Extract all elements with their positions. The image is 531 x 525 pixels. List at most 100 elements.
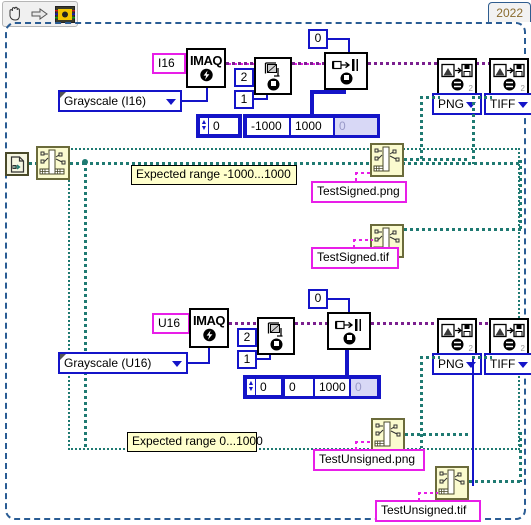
write-node-sub-label: 2 <box>520 344 525 353</box>
arrow-tool-icon[interactable] <box>30 5 50 23</box>
array-index-value-signed[interactable]: 0 <box>209 117 239 135</box>
tiff-format-label: TIFF <box>490 97 516 111</box>
wire-path <box>472 356 492 359</box>
image-type-enum-signed[interactable]: Grayscale (I16) <box>58 90 182 112</box>
diagram-inner-frame <box>68 148 520 450</box>
image-glyph-icon <box>264 61 280 77</box>
wire-path <box>420 96 423 164</box>
wire-path <box>420 96 440 99</box>
array-constant-unsigned[interactable]: 0 1000 0 <box>281 375 381 399</box>
build-path-node-unsigned-png[interactable] <box>371 418 405 452</box>
wire-string <box>418 492 420 502</box>
image-setup-node-unsigned[interactable] <box>257 317 295 355</box>
build-path-node-unsigned-tif[interactable] <box>435 466 469 500</box>
wire-path <box>469 480 521 483</box>
write-tiff-node-signed[interactable]: 2 <box>489 58 529 96</box>
setup-constant-bottom-signed[interactable]: 1 <box>234 90 254 109</box>
wire-string <box>355 441 373 443</box>
write-png-node-unsigned[interactable]: 2 <box>437 318 477 356</box>
wire-string <box>353 239 355 248</box>
imaq-create-node[interactable]: IMAQ <box>186 48 226 88</box>
wire-image <box>229 322 256 325</box>
image-to-file-icon <box>441 63 473 78</box>
array-cell[interactable]: 0 <box>350 377 378 397</box>
write-badge-icon <box>451 338 463 351</box>
wire-string <box>355 441 357 450</box>
wire-string <box>418 492 438 494</box>
array-cell[interactable]: 0 <box>334 116 378 136</box>
wire-path-unsigned-tiff <box>472 356 474 486</box>
cast-badge-icon <box>340 72 352 84</box>
wire-path <box>472 96 475 164</box>
offset-constant-unsigned[interactable]: 0 <box>308 289 328 309</box>
tiff-format-label: TIFF <box>490 357 516 371</box>
wire-path <box>519 160 522 230</box>
array-cell[interactable]: 1000 <box>290 116 334 136</box>
write-tiff-node-unsigned[interactable]: 2 <box>489 318 529 356</box>
version-tab: 2022 <box>488 2 531 22</box>
png-format-label: PNG <box>438 97 465 111</box>
array-index-control-signed[interactable]: ▲ ▼ 0 <box>196 114 242 138</box>
array-cell[interactable]: -1000 <box>246 116 290 136</box>
write-png-node-signed[interactable]: 2 <box>437 58 477 96</box>
array-cell[interactable]: 1000 <box>314 377 350 397</box>
stepper-down-icon[interactable]: ▼ <box>248 386 255 393</box>
write-node-sub-label: 2 <box>520 84 525 93</box>
array-cell[interactable]: 0 <box>284 377 314 397</box>
wire-string <box>353 239 373 241</box>
hand-tool-icon[interactable] <box>5 5 25 23</box>
image-glyph-icon <box>267 321 283 337</box>
wire-numeric <box>328 38 350 40</box>
wire-junction <box>82 159 88 165</box>
image-badge-icon <box>270 338 282 350</box>
wire-image <box>295 322 327 325</box>
stepper-down-icon[interactable]: ▼ <box>201 125 208 132</box>
wire-image <box>292 62 324 65</box>
wire-path <box>404 158 470 161</box>
imaq-bolt-icon <box>202 328 216 342</box>
image-to-file-icon <box>441 323 473 338</box>
array-constant-signed[interactable]: -1000 1000 0 <box>243 114 380 138</box>
wire-path <box>404 228 522 231</box>
image-type-enum-unsigned[interactable]: Grayscale (U16) <box>58 352 188 374</box>
vi-icon[interactable] <box>54 5 75 23</box>
offset-constant-signed[interactable]: 0 <box>308 29 328 49</box>
image-cast-node-signed[interactable] <box>324 52 368 90</box>
setup-constant-top-unsigned[interactable]: 2 <box>237 328 257 347</box>
setup-constant-bottom-unsigned[interactable]: 1 <box>237 350 257 369</box>
type-constant-i16[interactable]: I16 <box>152 53 186 74</box>
wire-numeric <box>206 88 208 102</box>
enum-corner-marker <box>60 92 66 98</box>
type-constant-u16[interactable]: U16 <box>152 313 190 334</box>
file-path-icon[interactable] <box>5 152 29 176</box>
range-note-unsigned: Expected range 0...1000 <box>127 432 263 452</box>
write-node-sub-label: 2 <box>468 344 473 353</box>
imaq-node-label: IMAQ <box>190 53 222 68</box>
imaq-node-label: IMAQ <box>193 313 225 328</box>
build-path-icon[interactable] <box>36 146 70 180</box>
write-badge-icon <box>503 338 515 351</box>
filename-constant-signed-png[interactable]: TestSigned.png <box>311 181 407 203</box>
wire-path <box>519 432 522 482</box>
imaq-create-node-unsigned[interactable]: IMAQ <box>189 308 229 348</box>
filename-constant-unsigned-png[interactable]: TestUnsigned.png <box>313 449 425 471</box>
wire-numeric <box>328 298 350 300</box>
image-cast-node-unsigned[interactable] <box>327 312 371 350</box>
wire-numeric <box>208 348 210 364</box>
wire-numeric <box>345 350 349 376</box>
image-type-enum-label: Grayscale (U16) <box>64 356 152 370</box>
wire-path <box>84 162 87 450</box>
stepper-icon[interactable]: ▲ ▼ <box>199 117 209 135</box>
setup-constant-top-signed[interactable]: 2 <box>234 68 254 87</box>
cast-badge-icon <box>343 332 355 344</box>
stepper-icon[interactable]: ▲ ▼ <box>246 378 256 396</box>
image-setup-node-signed[interactable] <box>254 57 292 95</box>
range-note-signed: Expected range -1000...1000 <box>131 165 297 185</box>
image-badge-icon <box>267 78 279 90</box>
filename-constant-unsigned-tif[interactable]: TestUnsigned.tif <box>375 500 481 522</box>
png-format-label: PNG <box>438 357 465 371</box>
write-node-sub-label: 2 <box>468 84 473 93</box>
block-diagram-canvas: 2022 I16 IMAQ Grayscale (I16) 2 1 0 ▲ ▼ … <box>0 0 531 525</box>
build-path-node-signed-png[interactable] <box>370 143 404 177</box>
filename-constant-signed-tif[interactable]: TestSigned.tif <box>311 247 399 269</box>
